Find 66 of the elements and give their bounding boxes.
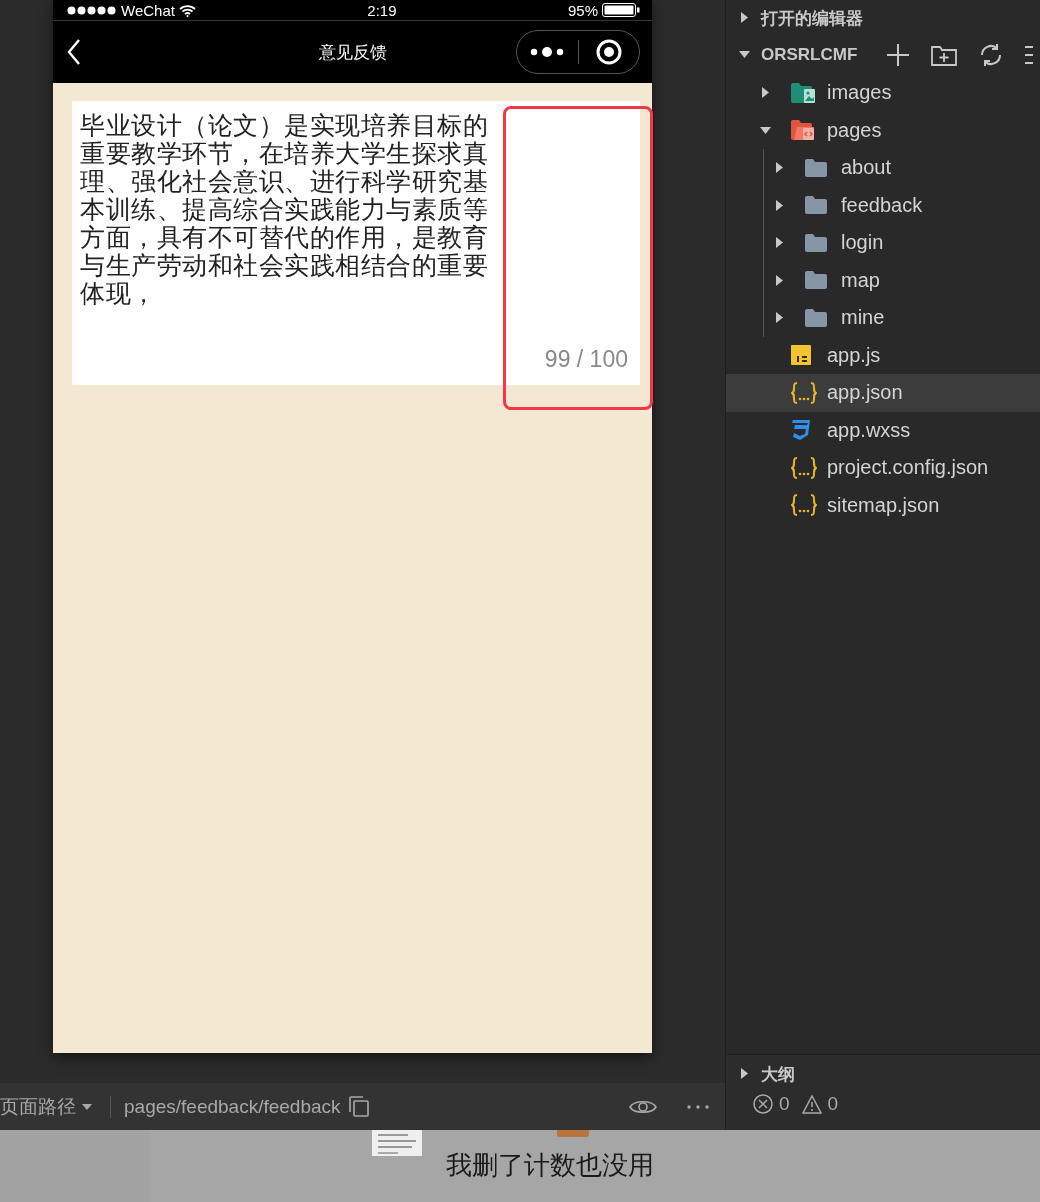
folder-icon <box>805 271 827 290</box>
page-title: 意见反馈 <box>318 42 387 62</box>
caret-icon[interactable] <box>740 1068 749 1079</box>
wifi-icon <box>178 3 196 17</box>
error-count: 0 <box>779 1093 790 1115</box>
target-icon <box>595 39 622 65</box>
tree-item[interactable]: mine <box>726 299 1040 337</box>
project-title[interactable]: ORSRLCMF <box>761 45 858 65</box>
code-folder-icon <box>791 119 816 142</box>
caret-icon[interactable] <box>775 199 784 211</box>
tree-item[interactable]: map <box>726 261 1040 299</box>
warning-count: 0 <box>827 1093 839 1115</box>
caret-icon[interactable] <box>740 12 749 23</box>
caption-text: 我删了计数也没用 <box>446 1150 654 1180</box>
caret-icon <box>82 1103 92 1110</box>
refresh-icon[interactable] <box>979 43 1004 67</box>
error-icon[interactable] <box>753 1094 773 1114</box>
caret-icon[interactable] <box>761 87 770 99</box>
caret-icon[interactable] <box>775 274 784 286</box>
new-folder-icon[interactable] <box>931 44 958 66</box>
battery-percent: 95% <box>567 1 598 19</box>
copy-icon[interactable] <box>348 1096 369 1117</box>
tree-item[interactable]: images <box>726 74 1040 112</box>
back-button[interactable] <box>67 39 81 65</box>
caret-icon[interactable] <box>775 237 784 249</box>
braces-icon <box>791 494 817 517</box>
tree-item[interactable]: pages <box>726 111 1040 149</box>
plus-icon[interactable] <box>887 44 910 66</box>
folder-icon <box>805 308 827 327</box>
carrier-name: WeChat <box>121 1 175 19</box>
tree-item[interactable]: project.config.json <box>726 449 1040 487</box>
more-icon <box>530 46 565 58</box>
more-icon[interactable] <box>687 1104 709 1109</box>
battery-icon <box>602 3 640 17</box>
tree-item[interactable]: sitemap.json <box>726 486 1040 524</box>
folder-icon <box>805 233 827 252</box>
tree-item[interactable]: app.json <box>726 374 1040 412</box>
tree-item[interactable]: feedback <box>726 186 1040 224</box>
page-path-dropdown[interactable]: 页面路径 <box>0 1093 92 1120</box>
folder-icon <box>805 196 827 215</box>
warning-icon[interactable] <box>801 1094 822 1114</box>
braces-icon <box>791 456 817 479</box>
folder-icon <box>805 158 827 177</box>
caret-icon[interactable] <box>775 312 784 324</box>
eye-icon[interactable] <box>629 1098 657 1115</box>
tab-indicator <box>557 1130 589 1137</box>
image-folder-icon <box>791 81 816 104</box>
back-icon <box>67 39 81 65</box>
list-icon[interactable] <box>1025 44 1034 66</box>
feedback-textarea[interactable]: 毕业设计（论文）是实现培养目标的重要教学环节，在培养大学生探求真理、强化社会意识、进行科学研究基本训练、提高综合实践能力与素质等方面，具有不可替代的作用，是教育与生产劳动和社会实践相结合的重要体现， <box>72 101 502 385</box>
caret-icon[interactable] <box>760 125 771 135</box>
section-title[interactable]: 打开的编辑器 <box>761 6 863 30</box>
caret-icon[interactable] <box>739 50 750 59</box>
tree-item[interactable]: app.wxss <box>726 411 1040 449</box>
braces-icon <box>791 381 817 404</box>
js-file-icon <box>791 345 811 366</box>
character-counter: 99 / 100 <box>544 346 628 373</box>
status-time: 2:19 <box>367 1 397 19</box>
caret-icon[interactable] <box>775 162 784 174</box>
signal-icon <box>67 5 117 15</box>
tree-item[interactable]: about <box>726 149 1040 187</box>
tree-item[interactable]: login <box>726 224 1040 262</box>
tree-item[interactable]: app.js <box>726 336 1040 374</box>
page-path: pages/feedback/feedback <box>124 1095 341 1118</box>
section-title[interactable]: 大纲 <box>761 1062 795 1086</box>
css-file-icon <box>791 419 811 442</box>
